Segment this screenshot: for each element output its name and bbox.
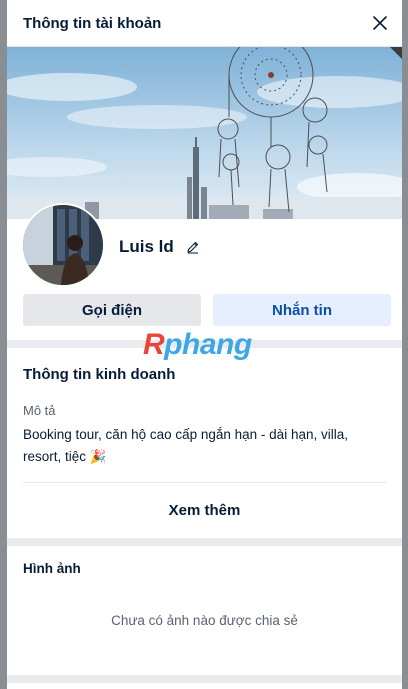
divider bbox=[23, 482, 386, 483]
account-info-panel: Thông tin tài khoản Luis ld Gọi điện Nhắ… bbox=[7, 0, 402, 689]
business-info-section: Thông tin kinh doanh Mô tả Booking tour,… bbox=[7, 348, 402, 538]
name-row: Luis ld bbox=[119, 237, 200, 257]
panel-title: Thông tin tài khoản bbox=[23, 14, 162, 32]
description-text: Booking tour, căn hộ cao cấp ngắn hạn - … bbox=[23, 427, 348, 464]
cover-photo bbox=[7, 47, 402, 219]
description-label: Mô tả bbox=[23, 403, 56, 418]
profile-section: Luis ld Gọi điện Nhắn tin bbox=[7, 47, 402, 340]
images-empty-text: Chưa có ảnh nào được chia sẻ bbox=[111, 613, 298, 628]
watermark-part-2: phang bbox=[164, 328, 252, 361]
images-title: Hình ảnh bbox=[23, 561, 81, 576]
watermark-logo: Rphang bbox=[143, 328, 252, 362]
see-more-button[interactable]: Xem thêm bbox=[7, 502, 402, 519]
profile-name: Luis ld bbox=[119, 237, 174, 256]
close-icon bbox=[373, 16, 387, 30]
pencil-icon[interactable] bbox=[186, 240, 200, 254]
business-info-title: Thông tin kinh doanh bbox=[23, 366, 176, 383]
images-section: Hình ảnh Chưa có ảnh nào được chia sẻ bbox=[7, 546, 402, 675]
bottom-strip bbox=[7, 683, 402, 689]
close-button[interactable] bbox=[368, 11, 392, 35]
panel-header: Thông tin tài khoản bbox=[7, 0, 402, 47]
watermark-part-1: R bbox=[143, 328, 165, 361]
call-button[interactable]: Gọi điện bbox=[23, 294, 201, 326]
message-button[interactable]: Nhắn tin bbox=[213, 294, 391, 326]
avatar[interactable] bbox=[21, 203, 105, 287]
